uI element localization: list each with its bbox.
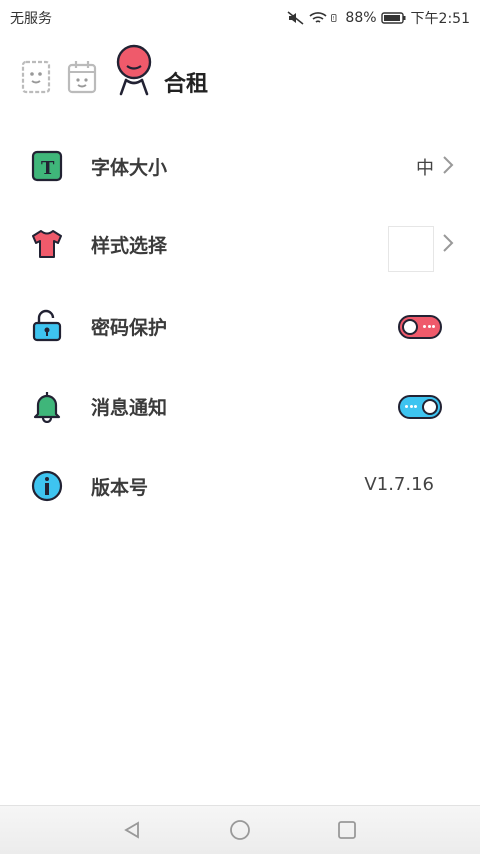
font-size-icon: T [31, 150, 63, 182]
svg-text:!: ! [333, 16, 335, 22]
battery-icon [380, 12, 406, 24]
toggle-dots [405, 405, 417, 409]
password-toggle[interactable] [398, 315, 442, 339]
notification-toggle[interactable] [398, 395, 442, 419]
chevron-right-icon [443, 156, 454, 174]
setting-label: 密码保护 [91, 317, 168, 339]
setting-label: 版本号 [91, 477, 149, 499]
carrier-text: 无服务 [10, 11, 52, 27]
version-text: V1.7.16 [364, 474, 434, 495]
toggle-knob [402, 319, 418, 335]
style-swatch[interactable] [388, 226, 434, 272]
setting-label: 样式选择 [91, 235, 168, 257]
shirt-icon [32, 230, 62, 258]
status-icons: ! 88% 下午2:51 [287, 8, 470, 28]
setting-label: 字体大小 [91, 157, 168, 179]
setting-value: 中 [416, 158, 434, 179]
system-nav-bar [0, 805, 480, 854]
notebook-face-icon[interactable] [20, 60, 52, 94]
setting-row-notifications[interactable]: 消息通知 [0, 366, 480, 446]
status-bar: 无服务 ! 88% 下午2:51 [0, 0, 480, 34]
recents-icon[interactable] [337, 820, 357, 840]
wifi-icon [309, 12, 327, 23]
setting-label: 消息通知 [91, 397, 168, 419]
mascot-avatar-icon[interactable] [112, 44, 156, 96]
toggle-dots [423, 325, 435, 329]
svg-text:T: T [41, 158, 55, 179]
unlock-icon [32, 309, 62, 342]
bell-icon [33, 392, 61, 423]
battery-percent: 88% [345, 10, 377, 26]
app-header [0, 40, 480, 110]
back-icon[interactable] [122, 820, 142, 840]
setting-row-font-size[interactable]: T 字体大小 中 [0, 126, 480, 206]
clock-text: 下午2:51 [410, 11, 470, 27]
info-icon [31, 470, 63, 502]
calendar-face-icon[interactable] [66, 60, 98, 94]
sim-icon: ! [331, 14, 337, 22]
setting-row-version: 版本号 V1.7.16 [0, 446, 480, 526]
setting-row-password[interactable]: 密码保护 [0, 286, 480, 366]
home-icon[interactable] [229, 819, 251, 841]
chevron-right-icon [443, 234, 454, 252]
setting-row-style[interactable]: 样式选择 [0, 204, 480, 284]
page-title: 合租 [164, 72, 209, 97]
mute-icon [287, 11, 304, 25]
toggle-knob [422, 399, 438, 415]
